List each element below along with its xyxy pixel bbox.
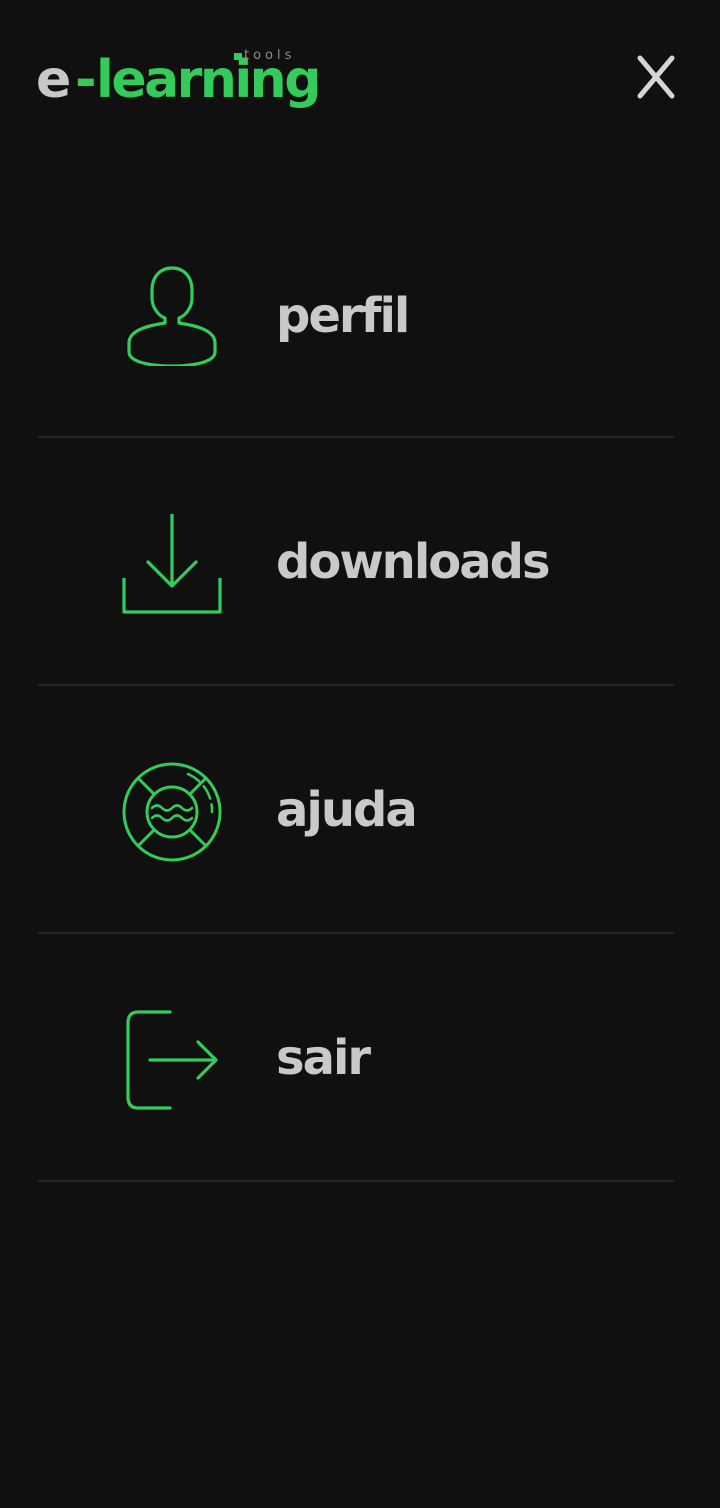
logo: e - learning tools: [36, 46, 336, 116]
logo-prefix: e: [36, 50, 71, 110]
menu-item-label: ajuda: [276, 782, 418, 838]
menu-item-downloads[interactable]: downloads: [38, 438, 674, 686]
menu-item-label: sair: [276, 1030, 371, 1086]
menu-item-ajuda[interactable]: ajuda: [38, 686, 674, 934]
logout-icon: [126, 1010, 218, 1110]
menu-item-label: perfil: [276, 288, 410, 344]
lifebuoy-icon: [122, 762, 222, 862]
logo-suffix: tools: [233, 48, 296, 63]
app: e - learning tools perfil downloads ajud…: [0, 0, 720, 1508]
close-button[interactable]: [628, 48, 684, 106]
menu-item-perfil[interactable]: perfil: [38, 190, 674, 438]
download-icon: [122, 514, 222, 614]
close-icon: [637, 55, 675, 99]
header: e - learning tools: [0, 0, 720, 140]
logo-dash: -: [75, 50, 97, 110]
user-icon: [127, 266, 217, 366]
menu: perfil downloads ajuda sair: [38, 190, 674, 1182]
menu-item-label: downloads: [276, 534, 551, 590]
menu-item-sair[interactable]: sair: [38, 934, 674, 1182]
